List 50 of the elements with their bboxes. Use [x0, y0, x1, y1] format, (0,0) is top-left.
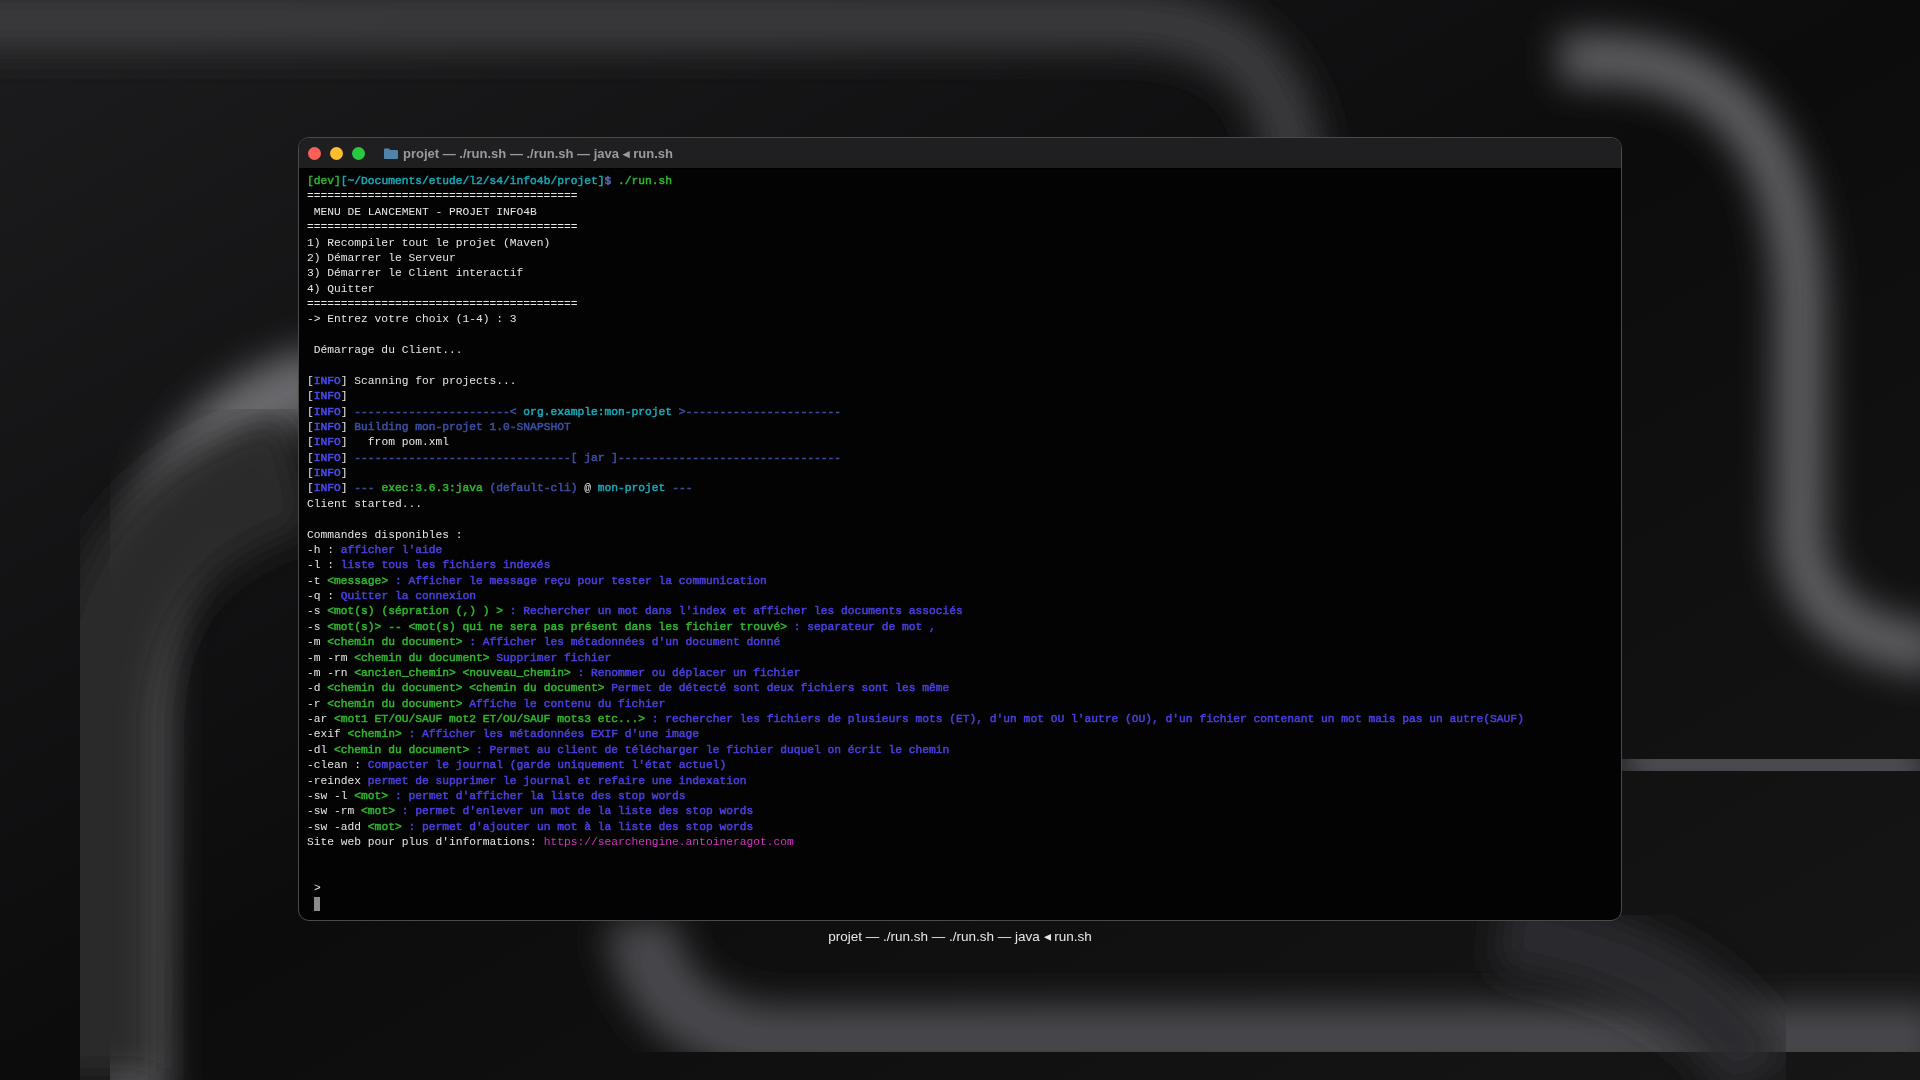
prompt-symbol: >: [314, 881, 321, 897]
terminal-line: -m -rm <chemin du document> Supprimer fichier: [307, 650, 612, 666]
terminal-line: ========================================: [307, 189, 578, 205]
terminal-line: -s <mot(s)> -- <mot(s) qui ne sera pas présent dans les fichier trouvé> : separateur de mot ,: [307, 619, 936, 635]
terminal-line: -sw -rm <mot> : permet d'enlever un mot de la liste des stop words: [307, 804, 754, 820]
window-caption: projet — ./run.sh — ./run.sh — java ◂ run.sh: [827, 928, 1093, 944]
terminal-line: ========================================: [307, 297, 578, 312]
terminal-line: 1) Recompiler tout le projet (Maven): [307, 235, 551, 251]
terminal-line: [INFO]: [307, 466, 348, 482]
zoom-button[interactable]: [352, 146, 365, 160]
terminal-line: MENU DE LANCEMENT - PROJET INFO4B: [312, 204, 537, 220]
terminal-line: 4) Quitter: [307, 281, 375, 297]
terminal-line: -s <mot(s) (sépration (,) ) > : Rechercher un mot dans l'index et afficher les documents associés: [307, 604, 963, 620]
terminal-line: 3) Démarrer le Client interactif: [307, 266, 524, 282]
terminal-line: [INFO] --- exec:3.6.3:java (default-cli) @ mon-projet ---: [307, 481, 693, 497]
terminal-line: [INFO] Building mon-projet 1.0-SNAPSHOT: [307, 419, 571, 435]
terminal-line: -clean : Compacter le journal (garde uniquement l'état actuel): [307, 758, 727, 774]
folder-icon: [384, 147, 398, 159]
terminal-line: -d <chemin du document> <chemin du document> Permet de détecté sont deux fichiers sont les même: [307, 681, 950, 697]
terminal-line: 2) Démarrer le Serveur: [307, 250, 456, 266]
text-cursor: [314, 896, 320, 911]
close-button[interactable]: [308, 146, 321, 160]
terminal-line: [dev][~/Documents/etude/l2/s4/info4b/projet]$ ./run.sh: [307, 174, 673, 189]
terminal-line: [INFO] --------------------------------[ jar ]---------------------------------: [307, 450, 842, 466]
terminal-line: [INFO]: [307, 389, 348, 405]
terminal-line: -q : Quitter la connexion: [307, 589, 477, 605]
terminal-line: Commandes disponibles :: [307, 527, 463, 543]
terminal-line: -h : afficher l'aide: [307, 542, 443, 558]
terminal-line: -r <chemin du document> Affiche le contenu du fichier: [307, 696, 666, 712]
terminal-line: -exif <chemin> : Afficher les métadonnées EXIF d'une image: [307, 727, 700, 743]
terminal-line: Client started...: [307, 496, 422, 512]
terminal-line: [INFO] -----------------------< org.example:mon-projet >-----------------------: [307, 404, 842, 420]
terminal-line: Démarrage du Client...: [312, 343, 463, 359]
terminal-line: -reindex permet de supprimer le journal et refaire une indexation: [307, 773, 747, 789]
terminal-line: -l : liste tous les fichiers indexés: [307, 558, 551, 574]
minimize-button[interactable]: [330, 146, 343, 160]
terminal-text: Site web pour plus d'informations:: [307, 835, 538, 851]
terminal-line: [INFO] from pom.xml: [307, 435, 449, 451]
terminal-line: -sw -l <mot> : permet d'afficher la liste des stop words: [307, 788, 686, 804]
terminal-line: -dl <chemin du document> : Permet au client de télécharger le fichier duquel on écrit le chemin: [307, 742, 950, 758]
terminal-line: -sw -add <mot> : permet d'ajouter un mot à la liste des stop words: [307, 819, 754, 835]
terminal-line: -m <chemin du document> : Afficher les métadonnées d'un document donné: [307, 635, 781, 651]
terminal-line: -ar <mot1 ET/OU/SAUF mot2 ET/OU/SAUF mots3 etc...> : rechercher les fichiers de plusieurs mots (ET), d'un mot OU l'autre (OU), d'un fichier contenant un mot mais pas un autre(SAUF): [307, 712, 1524, 728]
terminal-line: ========================================: [307, 220, 578, 236]
terminal-line: -t <message> : Afficher le message reçu pour tester la communication: [307, 573, 767, 589]
terminal-line: -> Entrez votre choix (1-4) : 3: [307, 312, 517, 328]
terminal-line: [INFO] Scanning for projects...: [307, 373, 517, 389]
window-title: projet — ./run.sh — ./run.sh — java ◂ run.sh: [403, 145, 673, 161]
website-link[interactable]: https://searchengine.antoineragot.com: [543, 835, 794, 851]
terminal-line: -m -rn <ancien_chemin> <nouveau_chemin> : Renommer ou déplacer un fichier: [307, 665, 801, 681]
